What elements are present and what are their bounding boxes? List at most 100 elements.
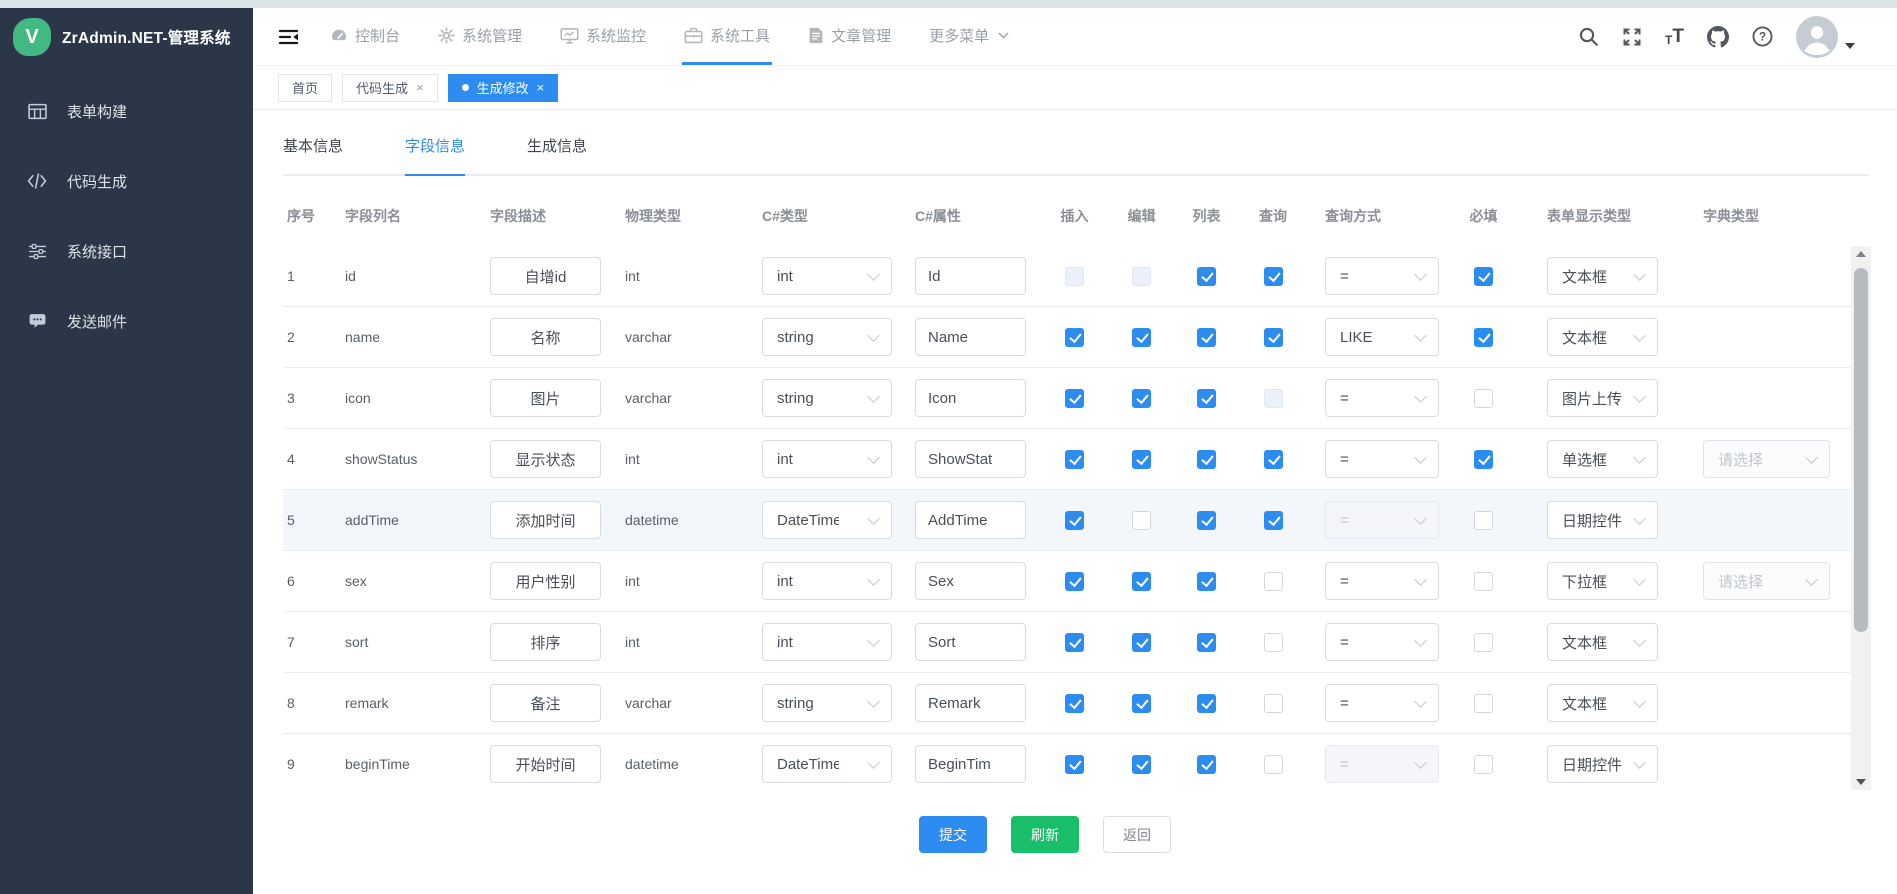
display-type-select[interactable]: 图片上传 [1547, 379, 1658, 417]
field-desc-input[interactable]: 开始时间 [490, 745, 601, 783]
display-type-select[interactable]: 日期控件 [1547, 501, 1658, 539]
vertical-scrollbar[interactable] [1851, 246, 1871, 790]
display-type-select[interactable]: 文本框 [1547, 257, 1658, 295]
cs-type-select[interactable]: int [762, 440, 892, 478]
font-size-icon[interactable]: TT [1665, 27, 1684, 46]
list-checkbox[interactable] [1197, 267, 1216, 286]
display-type-select[interactable]: 单选框 [1547, 440, 1658, 478]
required-checkbox[interactable] [1474, 633, 1493, 652]
submit-button[interactable]: 提交 [919, 816, 987, 853]
query-mode-select[interactable]: = [1325, 623, 1439, 661]
user-menu[interactable] [1796, 16, 1855, 58]
cs-type-select[interactable]: DateTime [762, 501, 892, 539]
help-icon[interactable]: ? [1752, 26, 1773, 47]
cs-prop-input[interactable]: Name [915, 318, 1026, 356]
sidebar-item-send-mail[interactable]: 发送邮件 [0, 286, 253, 356]
tab-generate-info[interactable]: 生成信息 [527, 136, 587, 174]
cs-type-select[interactable]: int [762, 623, 892, 661]
nav-item-system-tools[interactable]: 系统工具 [682, 8, 772, 65]
field-desc-input[interactable]: 添加时间 [490, 501, 601, 539]
field-desc-input[interactable]: 图片 [490, 379, 601, 417]
edit-checkbox[interactable] [1132, 633, 1151, 652]
cs-prop-input[interactable]: Sex [915, 562, 1026, 600]
field-desc-input[interactable]: 自增id [490, 257, 601, 295]
field-desc-input[interactable]: 排序 [490, 623, 601, 661]
nav-item-article-manage[interactable]: 文章管理 [806, 8, 893, 65]
query-checkbox[interactable] [1264, 511, 1283, 530]
sidebar-item-form-builder[interactable]: 表单构建 [0, 76, 253, 146]
cs-prop-input[interactable]: Icon [915, 379, 1026, 417]
insert-checkbox[interactable] [1065, 633, 1084, 652]
close-icon[interactable]: × [537, 81, 545, 94]
refresh-button[interactable]: 刷新 [1011, 816, 1079, 853]
tab-field-info[interactable]: 字段信息 [405, 136, 465, 174]
list-checkbox[interactable] [1197, 511, 1216, 530]
required-checkbox[interactable] [1474, 328, 1493, 347]
insert-checkbox[interactable] [1065, 572, 1084, 591]
query-checkbox[interactable] [1264, 328, 1283, 347]
display-type-select[interactable]: 文本框 [1547, 318, 1658, 356]
cs-type-select[interactable]: int [762, 257, 892, 295]
nav-item-system-manage[interactable]: 系统管理 [436, 8, 524, 65]
query-mode-select[interactable]: = [1325, 501, 1439, 539]
cs-prop-input[interactable]: Remark [915, 684, 1026, 722]
edit-checkbox[interactable] [1132, 328, 1151, 347]
edit-checkbox[interactable] [1132, 267, 1151, 286]
list-checkbox[interactable] [1197, 572, 1216, 591]
tag-code-gen[interactable]: 代码生成× [342, 74, 438, 102]
cs-prop-input[interactable]: AddTime [915, 501, 1026, 539]
edit-checkbox[interactable] [1132, 450, 1151, 469]
user-avatar[interactable] [1796, 16, 1838, 58]
cs-type-select[interactable]: DateTime [762, 745, 892, 783]
cs-type-select[interactable]: int [762, 562, 892, 600]
query-checkbox[interactable] [1264, 755, 1283, 774]
insert-checkbox[interactable] [1065, 755, 1084, 774]
edit-checkbox[interactable] [1132, 389, 1151, 408]
scroll-up-arrow[interactable] [1851, 246, 1871, 262]
cs-type-select[interactable]: string [762, 684, 892, 722]
required-checkbox[interactable] [1474, 755, 1493, 774]
query-mode-select[interactable]: = [1325, 257, 1439, 295]
query-mode-select[interactable]: = [1325, 562, 1439, 600]
required-checkbox[interactable] [1474, 572, 1493, 591]
nav-item-dashboard[interactable]: 控制台 [328, 8, 402, 65]
cs-type-select[interactable]: string [762, 318, 892, 356]
search-icon[interactable] [1578, 26, 1599, 47]
query-checkbox[interactable] [1264, 389, 1283, 408]
dict-type-select[interactable]: 请选择 [1703, 562, 1830, 600]
scroll-down-arrow[interactable] [1851, 774, 1871, 790]
display-type-select[interactable]: 下拉框 [1547, 562, 1658, 600]
required-checkbox[interactable] [1474, 389, 1493, 408]
list-checkbox[interactable] [1197, 633, 1216, 652]
query-mode-select[interactable]: = [1325, 745, 1439, 783]
list-checkbox[interactable] [1197, 450, 1216, 469]
display-type-select[interactable]: 文本框 [1547, 684, 1658, 722]
insert-checkbox[interactable] [1065, 389, 1084, 408]
query-mode-select[interactable]: = [1325, 379, 1439, 417]
query-checkbox[interactable] [1264, 694, 1283, 713]
cs-prop-input[interactable]: BeginTim [915, 745, 1026, 783]
query-mode-select[interactable]: LIKE [1325, 318, 1439, 356]
required-checkbox[interactable] [1474, 450, 1493, 469]
edit-checkbox[interactable] [1132, 755, 1151, 774]
edit-checkbox[interactable] [1132, 694, 1151, 713]
tag-home[interactable]: 首页 [278, 74, 332, 102]
cs-prop-input[interactable]: Id [915, 257, 1026, 295]
field-desc-input[interactable]: 显示状态 [490, 440, 601, 478]
required-checkbox[interactable] [1474, 694, 1493, 713]
github-icon[interactable] [1707, 26, 1729, 48]
tab-basic-info[interactable]: 基本信息 [283, 136, 343, 174]
close-icon[interactable]: × [416, 81, 424, 94]
list-checkbox[interactable] [1197, 694, 1216, 713]
dict-type-select[interactable]: 请选择 [1703, 440, 1830, 478]
insert-checkbox[interactable] [1065, 267, 1084, 286]
cs-prop-input[interactable]: ShowStat [915, 440, 1026, 478]
edit-checkbox[interactable] [1132, 572, 1151, 591]
nav-item-system-monitor[interactable]: 系统监控 [558, 8, 648, 65]
field-desc-input[interactable]: 用户性别 [490, 562, 601, 600]
display-type-select[interactable]: 文本框 [1547, 623, 1658, 661]
field-desc-input[interactable]: 名称 [490, 318, 601, 356]
required-checkbox[interactable] [1474, 267, 1493, 286]
query-checkbox[interactable] [1264, 267, 1283, 286]
insert-checkbox[interactable] [1065, 511, 1084, 530]
